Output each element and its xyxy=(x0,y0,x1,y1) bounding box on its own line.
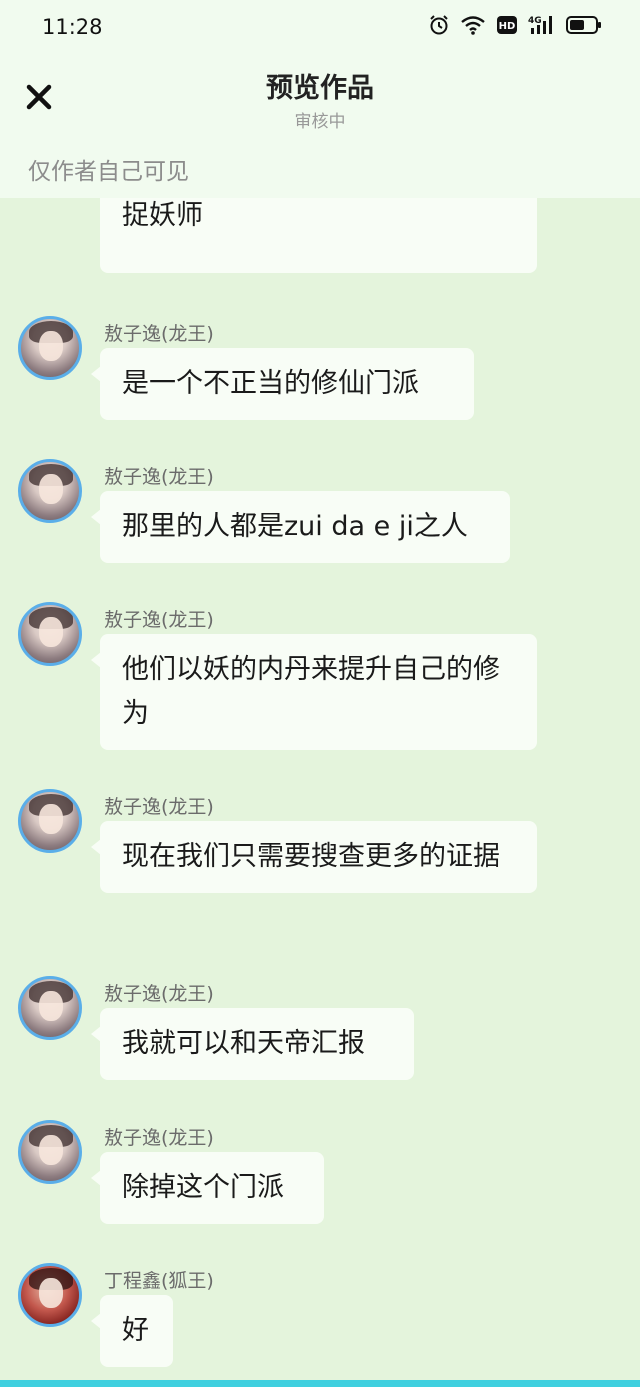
message-bubble: 当年zhui sha:狼族和松鼠一族的捉妖师 xyxy=(100,198,537,273)
avatar[interactable] xyxy=(18,976,82,1040)
alarm-icon xyxy=(430,15,448,35)
status-time: 11:28 xyxy=(42,15,103,39)
avatar[interactable] xyxy=(18,1120,82,1184)
sender-name: 丁程鑫(狐王) xyxy=(104,1270,214,1292)
avatar[interactable] xyxy=(18,789,82,853)
wifi-icon xyxy=(461,16,485,35)
sender-name: 敖子逸(龙王) xyxy=(104,983,214,1005)
avatar[interactable] xyxy=(18,602,82,666)
message-bubble: 除掉这个门派 xyxy=(91,1152,324,1224)
svg-text:4G: 4G xyxy=(528,16,542,26)
sender-name: 敖子逸(龙王) xyxy=(104,796,214,818)
svg-text:HD: HD xyxy=(499,21,516,32)
bottom-indicator xyxy=(0,1380,640,1387)
status-icons: HD 4G xyxy=(428,14,602,36)
review-status: 审核中 xyxy=(294,112,346,132)
page-title: 预览作品 xyxy=(266,73,374,104)
avatar[interactable] xyxy=(18,1263,82,1327)
message-bubble: 那里的人都是zui da e ji之人 xyxy=(91,491,510,563)
visibility-notice: 仅作者自己可见 xyxy=(28,159,189,185)
preview-header: 预览作品 审核中 仅作者自己可见 xyxy=(0,56,640,198)
message-bubble: 我就可以和天帝汇报 xyxy=(91,1008,414,1080)
chat-list[interactable]: 当年zhui sha:狼族和松鼠一族的捉妖师 敖子逸(龙王) 是一个不正当的修仙… xyxy=(0,198,640,1380)
message-bubble: 他们以妖的内丹来提升自己的修为 xyxy=(91,634,537,750)
battery-icon xyxy=(566,16,601,34)
sender-name: 敖子逸(龙王) xyxy=(104,1127,214,1149)
signal-4g-icon: 4G xyxy=(528,16,552,34)
avatar[interactable] xyxy=(18,459,82,523)
message-bubble: 是一个不正当的修仙门派 xyxy=(91,348,474,420)
status-bar: 11:28 HD 4G xyxy=(0,0,640,56)
message-bubble: 现在我们只需要搜查更多的证据 xyxy=(91,821,537,893)
sender-name: 敖子逸(龙王) xyxy=(104,609,214,631)
hd-icon: HD xyxy=(497,16,517,34)
sender-name: 敖子逸(龙王) xyxy=(104,323,214,345)
message-bubble: 好 xyxy=(91,1295,173,1367)
avatar[interactable] xyxy=(18,316,82,380)
sender-name: 敖子逸(龙王) xyxy=(104,466,214,488)
